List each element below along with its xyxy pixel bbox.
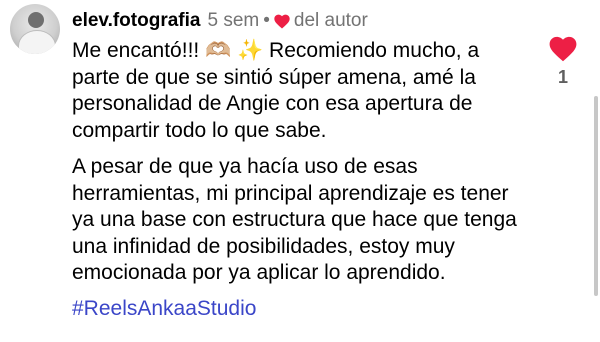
author-badge: del autor [293, 10, 368, 31]
comment-paragraph-1: Me encantó!!! 🫶🏼 ✨ Recomiendo mucho, a p… [72, 39, 480, 142]
separator-dot: • [263, 10, 270, 31]
username-link[interactable]: elev.fotografia [72, 10, 200, 32]
like-count[interactable]: 1 [554, 67, 572, 88]
hashtag-link[interactable]: #ReelsAnkaaStudio [72, 296, 532, 322]
comment-paragraph-2: A pesar de que ya hacía uso de esas herr… [72, 155, 517, 284]
comment: elev.fotografia 5 sem • del autor Me enc… [0, 0, 600, 342]
avatar-head-shape [28, 12, 44, 28]
comment-body: Me encantó!!! 🫶🏼 ✨ Recomiendo mucho, a p… [72, 38, 532, 322]
comment-header: elev.fotografia 5 sem • del autor [72, 9, 368, 33]
heart-icon [274, 14, 290, 28]
timestamp: 5 sem [207, 10, 260, 31]
avatar[interactable] [10, 4, 60, 54]
avatar-body-shape [18, 30, 56, 54]
like-button[interactable] [549, 36, 577, 62]
scrollbar[interactable] [594, 96, 598, 296]
